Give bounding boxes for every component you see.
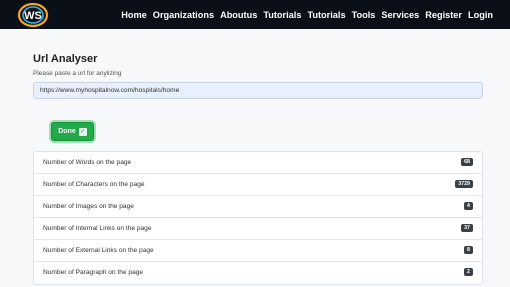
result-row-words: Number of Words on the page 68 [34, 152, 482, 174]
url-hint: Please paste a url for anylizing [33, 70, 122, 77]
nav-links: Home Organizations Aboutus Tutorials Tut… [118, 0, 496, 29]
result-row-images: Number of Images on the page 4 [34, 196, 482, 218]
nav-home[interactable]: Home [118, 10, 150, 20]
result-row-characters: Number of Characters on the page 3729 [34, 174, 482, 196]
result-row-internal-links: Number of Internal Links on the page 37 [34, 218, 482, 240]
navbar: WS Home Organizations Aboutus Tutorials … [0, 0, 510, 29]
result-label: Number of Images on the page [43, 203, 134, 210]
nav-services[interactable]: Services [378, 10, 422, 20]
result-label: Number of Words on the page [43, 159, 132, 166]
result-row-external-links: Number of External Links on the page 8 [34, 240, 482, 262]
count-badge: 4 [464, 202, 473, 210]
count-badge: 2 [464, 268, 473, 276]
nav-register[interactable]: Register [422, 10, 465, 20]
nav-aboutus[interactable]: Aboutus [217, 10, 260, 20]
count-badge: 8 [464, 246, 473, 254]
nav-tools[interactable]: Tools [349, 10, 379, 20]
done-label: Done [58, 128, 76, 135]
result-label: Number of Paragraph on the page [43, 269, 144, 276]
result-row-paragraphs: Number of Paragraph on the page 2 [34, 262, 482, 284]
page-title: Url Analyser [33, 53, 98, 65]
result-label: Number of External Links on the page [43, 247, 154, 254]
count-badge: 68 [461, 158, 473, 166]
results-list: Number of Words on the page 68 Number of… [33, 151, 483, 285]
nav-login[interactable]: Login [465, 10, 496, 20]
main-content: Url Analyser Please paste a url for anyl… [0, 29, 510, 287]
count-badge: 3729 [455, 180, 473, 188]
checkmark-icon: ✓ [78, 127, 87, 136]
result-label: Number of Internal Links on the page [43, 225, 152, 232]
site-logo[interactable]: WS [17, 1, 49, 28]
count-badge: 37 [461, 224, 473, 232]
result-label: Number of Characters on the page [43, 181, 145, 188]
url-input[interactable] [33, 82, 483, 99]
logo-text: WS [24, 10, 42, 22]
nav-organizations[interactable]: Organizations [150, 10, 217, 20]
done-button[interactable]: Done ✓ [51, 122, 94, 141]
nav-tutorials-2[interactable]: Tutorials [304, 10, 348, 20]
nav-tutorials-1[interactable]: Tutorials [260, 10, 304, 20]
